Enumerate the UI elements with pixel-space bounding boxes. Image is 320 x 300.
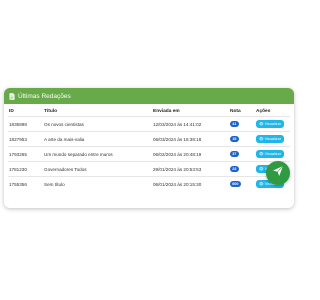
essay-title: Os novos cientistas <box>43 116 152 132</box>
column-header-grade: Nota <box>230 109 241 114</box>
view-button[interactable]: 👁Visualizar <box>256 135 284 143</box>
essay-id: 1827953 <box>8 131 43 147</box>
card-title: Últimas Redações <box>18 92 71 100</box>
column-header-actions: Ações <box>256 109 271 114</box>
table-row: 1755356 Sem título 06/01/2024 às 20:15:3… <box>8 176 290 191</box>
grade-badge: 23 <box>230 166 239 173</box>
column-header-title: Título <box>44 109 58 114</box>
essay-title: Governadores Todos <box>43 161 152 177</box>
card-header: Últimas Redações <box>4 88 294 104</box>
view-button-label: Visualizar <box>264 136 281 141</box>
essays-table: ID Título Enviada em Nota Ações 1836898 … <box>8 107 290 191</box>
table-header-row: ID Título Enviada em Nota Ações <box>8 107 290 117</box>
view-button[interactable]: 👁Visualizar <box>256 120 284 128</box>
essay-id: 1781230 <box>8 161 43 177</box>
table-row: 1827953 A arte da mais-valia 06/03/2024 … <box>8 131 290 147</box>
eye-icon: 👁 <box>259 151 264 156</box>
latest-essays-card: Últimas Redações ID Título Enviada em No… <box>4 88 294 208</box>
essay-sent-at: 12/03/2024 às 14:41:02 <box>152 116 229 132</box>
eye-icon: 👁 <box>259 181 264 186</box>
table-row: 1793265 Um mundo separado entre muros 06… <box>8 146 290 162</box>
grade-badge: 15 <box>230 136 239 143</box>
grade-cell: 23 <box>229 161 255 177</box>
table-row: 1836898 Os novos cientistas 12/03/2024 à… <box>8 116 290 132</box>
eye-icon: 👁 <box>259 121 264 126</box>
essay-sent-at: 29/01/2024 às 20:53:53 <box>152 161 229 177</box>
essay-sent-at: 06/03/2024 às 16:38:18 <box>152 131 229 147</box>
document-icon <box>9 92 15 100</box>
essay-title: A arte da mais-valia <box>43 131 152 147</box>
send-icon <box>272 164 284 182</box>
view-button-label: Visualizar <box>264 151 281 156</box>
actions-cell: 👁Visualizar <box>255 116 290 132</box>
view-button[interactable]: 👁Visualizar <box>256 150 284 158</box>
actions-cell: 👁Visualizar <box>255 131 290 147</box>
grade-badge: 41 <box>230 121 239 128</box>
send-fab-button[interactable] <box>266 161 290 185</box>
column-header-sent-at: Enviada em <box>153 109 180 114</box>
grade-cell: 15 <box>229 131 255 147</box>
grade-badge: 600 <box>230 181 241 188</box>
eye-icon: 👁 <box>259 136 264 141</box>
grade-cell: 41 <box>229 116 255 132</box>
essay-sent-at: 06/01/2024 às 20:15:30 <box>152 176 229 191</box>
essay-sent-at: 06/02/2024 às 20:48:19 <box>152 146 229 162</box>
essay-id: 1836898 <box>8 116 43 132</box>
eye-icon: 👁 <box>259 166 264 171</box>
grade-badge: 37 <box>230 151 239 158</box>
column-header-id: ID <box>9 109 14 114</box>
table-row: 1781230 Governadores Todos 29/01/2024 às… <box>8 161 290 177</box>
essay-title: Um mundo separado entre muros <box>43 146 152 162</box>
essay-id: 1755356 <box>8 176 43 191</box>
actions-cell: 👁Visualizar <box>255 146 290 162</box>
essay-id: 1793265 <box>8 146 43 162</box>
essay-title: Sem título <box>43 176 152 191</box>
grade-cell: 600 <box>229 176 255 191</box>
view-button-label: Visualizar <box>264 121 281 126</box>
grade-cell: 37 <box>229 146 255 162</box>
